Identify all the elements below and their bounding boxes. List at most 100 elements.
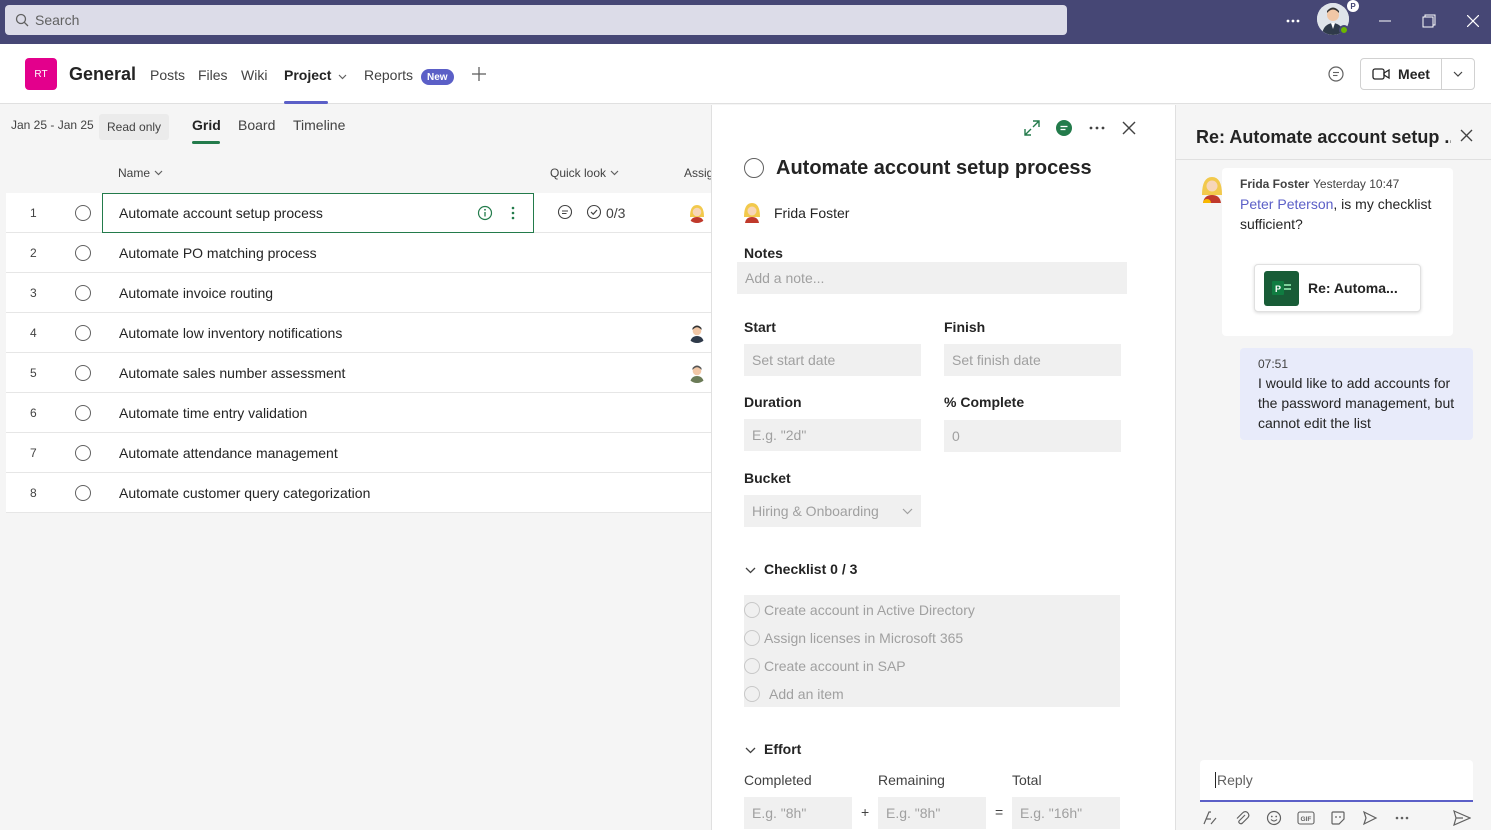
bucket-dropdown[interactable]: Hiring & Onboarding: [744, 495, 921, 527]
checklist-item-checkbox[interactable]: [744, 602, 760, 618]
task-complete-checkbox[interactable]: [75, 485, 91, 501]
send-icon[interactable]: [1452, 808, 1472, 828]
task-name[interactable]: Automate PO matching process: [119, 245, 317, 261]
format-icon[interactable]: [1200, 808, 1220, 828]
attach-icon[interactable]: [1232, 808, 1252, 828]
task-complete-checkbox[interactable]: [75, 205, 91, 221]
search-box[interactable]: Search: [5, 5, 1067, 35]
avatar[interactable]: [687, 323, 707, 343]
chevron-down-icon[interactable]: [743, 743, 757, 757]
checklist-item[interactable]: Assign licenses in Microsoft 365: [744, 624, 963, 652]
remaining-effort-field[interactable]: E.g. "8h": [878, 797, 986, 829]
close-icon[interactable]: [1119, 118, 1139, 138]
add-item-label: Add an item: [769, 686, 844, 702]
tab-project[interactable]: Project: [284, 67, 347, 83]
task-name[interactable]: Automate customer query categorization: [119, 485, 370, 501]
task-name[interactable]: Automate low inventory notifications: [119, 325, 342, 341]
message-author: Frida Foster: [1240, 177, 1310, 191]
checklist-item-checkbox[interactable]: [744, 630, 760, 646]
completed-effort-field[interactable]: E.g. "8h": [744, 797, 852, 829]
task-title[interactable]: Automate account setup process: [776, 157, 1092, 180]
column-header-name[interactable]: Name: [118, 166, 163, 180]
notes-field[interactable]: Add a note...: [737, 262, 1127, 294]
table-row[interactable]: 8 Automate customer query categorization: [6, 473, 711, 513]
conversation-icon[interactable]: [1054, 118, 1074, 138]
close-window-icon[interactable]: [1464, 6, 1482, 36]
more-options-icon[interactable]: [1087, 118, 1107, 138]
checklist-label[interactable]: Checklist 0 / 3: [764, 561, 857, 577]
expand-icon[interactable]: [1022, 118, 1042, 138]
task-complete-checkbox[interactable]: [75, 325, 91, 341]
task-name[interactable]: Automate time entry validation: [119, 405, 307, 421]
task-complete-checkbox[interactable]: [75, 245, 91, 261]
task-card[interactable]: P Re: Automa...: [1254, 264, 1421, 312]
start-date-field[interactable]: Set start date: [744, 344, 921, 376]
task-name[interactable]: Automate invoice routing: [119, 285, 273, 301]
table-row[interactable]: 7 Automate attendance management: [6, 433, 711, 473]
meet-label: Meet: [1398, 66, 1430, 82]
info-icon[interactable]: [477, 205, 493, 221]
avatar[interactable]: [742, 201, 762, 223]
finish-date-field[interactable]: Set finish date: [944, 344, 1121, 376]
column-header-quick-look-label: Quick look: [550, 166, 607, 180]
task-complete-checkbox[interactable]: [75, 285, 91, 301]
message-bubble[interactable]: 07:51 I would like to add accounts for t…: [1240, 348, 1473, 440]
table-row[interactable]: 6 Automate time entry validation: [6, 393, 711, 433]
close-icon[interactable]: [1458, 127, 1474, 143]
tab-reports[interactable]: Reports: [364, 67, 413, 83]
message-bubble[interactable]: Frida Foster Yesterday 10:47 Peter Peter…: [1222, 168, 1453, 336]
duration-field[interactable]: E.g. "2d": [744, 419, 921, 451]
checklist-item[interactable]: Create account in SAP: [744, 652, 906, 680]
table-row[interactable]: 4 Automate low inventory notifications: [6, 313, 711, 353]
view-tab-board[interactable]: Board: [238, 117, 275, 133]
task-name[interactable]: Automate account setup process: [119, 205, 323, 221]
sticker-icon[interactable]: [1328, 808, 1348, 828]
more-options-icon[interactable]: [1392, 808, 1412, 828]
table-row[interactable]: 5 Automate sales number assessment: [6, 353, 711, 393]
view-tab-grid[interactable]: Grid: [192, 117, 221, 133]
avatar[interactable]: [687, 363, 707, 383]
task-name[interactable]: Automate sales number assessment: [119, 365, 345, 381]
task-complete-checkbox[interactable]: [75, 365, 91, 381]
row-number: 2: [30, 246, 37, 260]
table-row[interactable]: 3 Automate invoice routing: [6, 273, 711, 313]
add-tab-icon[interactable]: [470, 65, 488, 83]
avatar[interactable]: [687, 203, 707, 223]
team-avatar[interactable]: RT: [25, 58, 57, 90]
table-row[interactable]: 1 Automate account setup process 0/3: [6, 193, 711, 233]
percent-complete-field[interactable]: 0: [944, 420, 1121, 452]
restore-icon[interactable]: [1420, 6, 1438, 36]
add-checklist-item[interactable]: Add an item: [744, 680, 844, 708]
tab-files[interactable]: Files: [198, 67, 228, 83]
task-name[interactable]: Automate attendance management: [119, 445, 338, 461]
more-vertical-icon[interactable]: [505, 205, 521, 221]
view-tab-timeline[interactable]: Timeline: [293, 117, 345, 133]
checklist-item[interactable]: Create account in Active Directory: [744, 596, 975, 624]
emoji-icon[interactable]: [1264, 808, 1284, 828]
effort-label[interactable]: Effort: [764, 741, 801, 757]
chevron-down-icon[interactable]: [743, 563, 757, 577]
more-options-icon[interactable]: [1282, 6, 1304, 36]
meet-dropdown-button[interactable]: [1441, 58, 1475, 90]
row-number: 3: [30, 286, 37, 300]
meet-button[interactable]: Meet: [1360, 58, 1442, 90]
conversation-icon[interactable]: [1326, 64, 1346, 84]
reply-input[interactable]: Reply: [1200, 760, 1473, 802]
gif-icon[interactable]: GIF: [1296, 808, 1316, 828]
tab-posts[interactable]: Posts: [150, 67, 185, 83]
task-complete-checkbox[interactable]: [75, 445, 91, 461]
task-complete-checkbox[interactable]: [75, 405, 91, 421]
tab-wiki[interactable]: Wiki: [241, 67, 267, 83]
assignee-name: Frida Foster: [774, 205, 850, 221]
table-row[interactable]: 2 Automate PO matching process: [6, 233, 711, 273]
task-complete-checkbox[interactable]: [744, 158, 764, 178]
column-header-assigned[interactable]: Assig: [684, 166, 713, 180]
minimize-icon[interactable]: [1376, 6, 1394, 36]
checklist-item-checkbox[interactable]: [744, 658, 760, 674]
mention-link[interactable]: Peter Peterson: [1240, 196, 1333, 212]
total-effort-field[interactable]: E.g. "16h": [1012, 797, 1120, 829]
schedule-meeting-icon[interactable]: [1360, 808, 1380, 828]
column-header-quick-look[interactable]: Quick look: [550, 166, 619, 180]
checklist: Create account in Active Directory Assig…: [744, 595, 1120, 707]
comment-icon[interactable]: [556, 203, 574, 221]
